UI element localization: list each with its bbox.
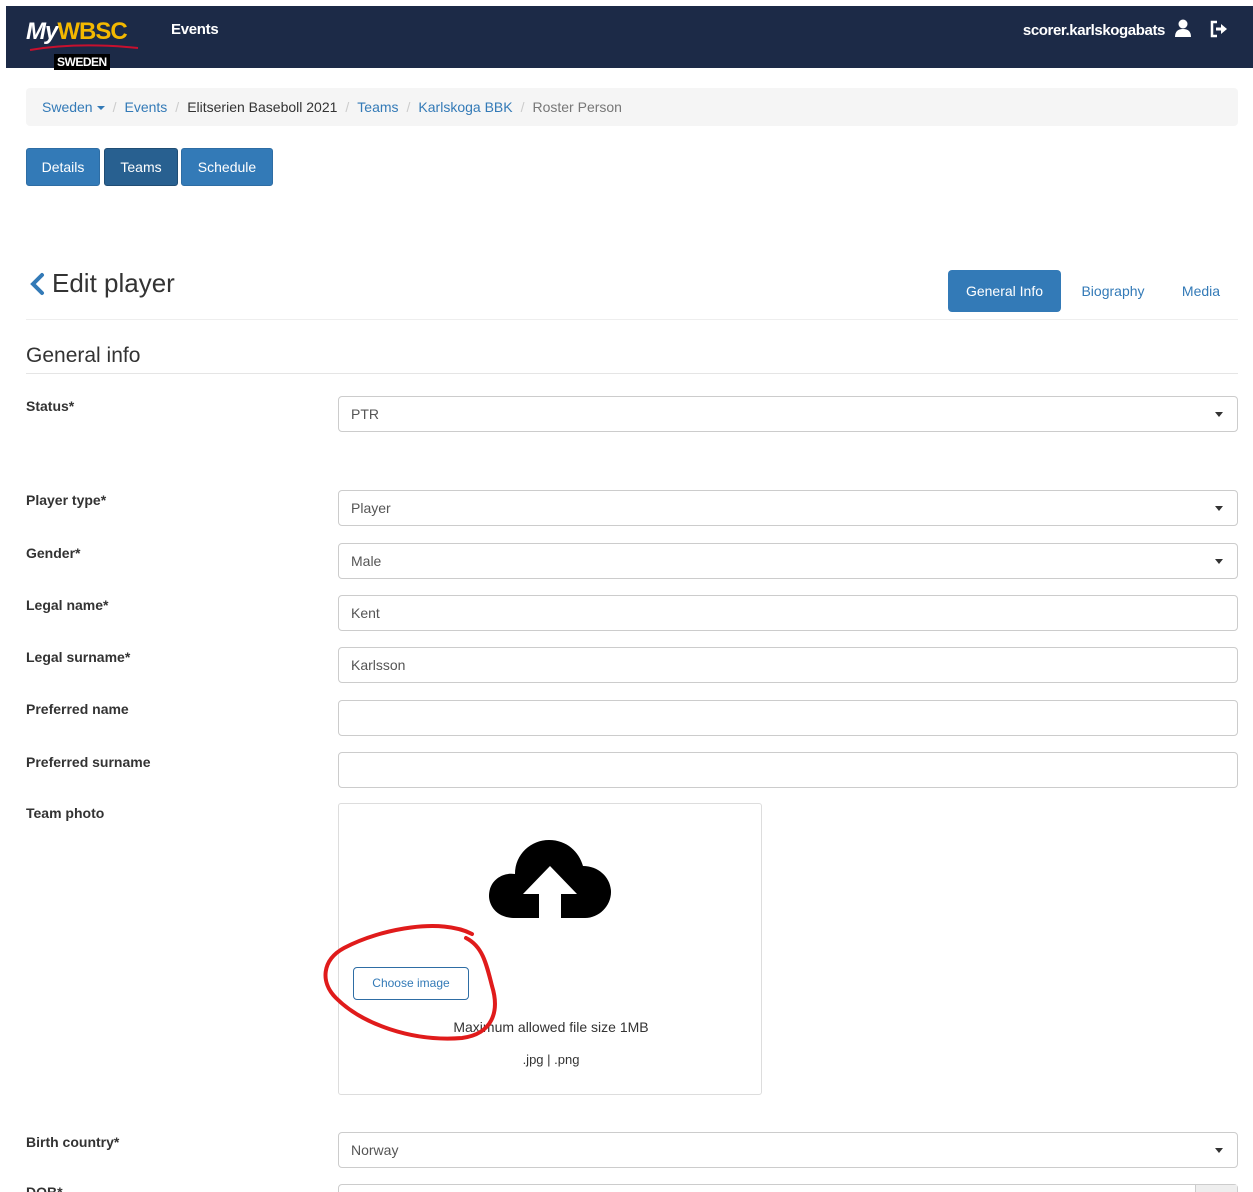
top-navbar: MyWBSC SWEDEN Events scorer.karlskogabat… [6, 6, 1253, 70]
preferred-surname-label: Preferred surname [26, 754, 151, 770]
preferred-surname-input[interactable] [338, 752, 1238, 788]
breadcrumb-events[interactable]: Events [124, 99, 167, 115]
gender-select[interactable]: Male [338, 543, 1238, 579]
team-photo-label: Team photo [26, 805, 105, 821]
username-link[interactable]: scorer.karlskogabats [1023, 22, 1165, 39]
page-title: Edit player [52, 268, 175, 298]
dob-input[interactable] [338, 1184, 1238, 1192]
team-photo-upload[interactable]: Choose image Maximum allowed file size 1… [338, 803, 762, 1095]
dob-label: DOB* [26, 1184, 63, 1192]
legal-name-input[interactable]: Kent [338, 595, 1238, 631]
breadcrumb-team[interactable]: Karlskoga BBK [418, 99, 512, 115]
caret-down-icon [96, 106, 105, 111]
caret-down-icon [1215, 506, 1223, 511]
legal-name-label: Legal name* [26, 597, 109, 613]
tab-biography[interactable]: Biography [1066, 270, 1160, 312]
breadcrumb-teams[interactable]: Teams [357, 99, 398, 115]
cloud-upload-icon [489, 840, 611, 918]
logo-brand: WBSC [57, 18, 127, 45]
teams-button[interactable]: Teams [104, 148, 178, 186]
birth-country-label: Birth country* [26, 1134, 120, 1150]
mywbsc-logo[interactable]: MyWBSC SWEDEN [26, 16, 139, 72]
breadcrumb-event[interactable]: Elitserien Baseboll 2021 [187, 99, 337, 115]
logo-badge: SWEDEN [54, 54, 110, 70]
player-type-select[interactable]: Player [338, 490, 1238, 526]
logout-icon[interactable] [1210, 20, 1228, 38]
gender-label: Gender* [26, 545, 81, 561]
breadcrumb-separator: / [406, 99, 411, 115]
breadcrumb-separator: / [175, 99, 180, 115]
breadcrumb: Sweden / Events / Elitserien Baseboll 2021 / T… [26, 88, 1238, 126]
tab-general-info[interactable]: General Info [948, 270, 1061, 312]
schedule-button[interactable]: Schedule [181, 148, 273, 186]
caret-down-icon [1215, 1148, 1223, 1153]
legal-surname-label: Legal surname* [26, 649, 131, 665]
breadcrumb-separator: / [345, 99, 350, 115]
logo-swoosh-icon [29, 44, 139, 51]
breadcrumb-current: Roster Person [532, 99, 622, 115]
max-file-size-note: Maximum allowed file size 1MB [453, 1019, 649, 1035]
tab-media[interactable]: Media [1166, 270, 1236, 312]
details-button[interactable]: Details [26, 148, 100, 186]
allowed-formats-note: .jpg | .png [522, 1052, 580, 1067]
chevron-left-icon[interactable] [28, 272, 46, 296]
nav-events-link[interactable]: Events [171, 21, 219, 38]
caret-down-icon [1215, 559, 1223, 564]
status-select[interactable]: PTR [338, 396, 1238, 432]
preferred-name-label: Preferred name [26, 701, 129, 717]
status-label: Status* [26, 398, 75, 414]
caret-down-icon [1215, 412, 1223, 417]
logo-prefix: My [26, 18, 58, 45]
breadcrumb-separator: / [520, 99, 525, 115]
user-icon[interactable] [1175, 19, 1191, 37]
legal-surname-input[interactable]: Karlsson [338, 647, 1238, 683]
breadcrumb-separator: / [112, 99, 117, 115]
player-type-label: Player type* [26, 492, 107, 508]
calendar-addon[interactable] [1195, 1185, 1237, 1192]
section-title: General info [26, 344, 1238, 374]
breadcrumb-sweden[interactable]: Sweden [42, 99, 105, 115]
preferred-name-input[interactable] [338, 700, 1238, 736]
page-header: Edit player General Info Biography Media [26, 264, 1238, 320]
birth-country-select[interactable]: Norway [338, 1132, 1238, 1168]
choose-image-button[interactable]: Choose image [353, 967, 469, 1000]
